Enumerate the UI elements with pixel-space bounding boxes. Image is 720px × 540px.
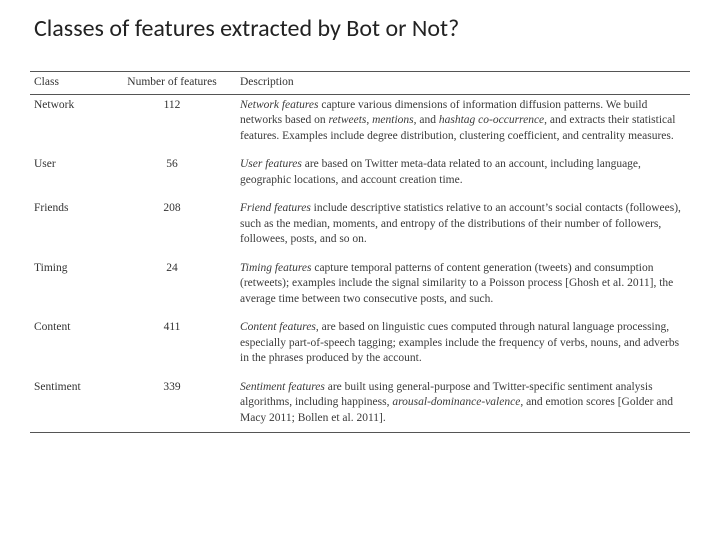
th-desc: Description [236, 72, 690, 95]
features-table: Class Number of features Description Net… [30, 71, 690, 433]
cell-desc: Content features, are based on linguisti… [236, 317, 690, 377]
cell-class: Content [30, 317, 108, 377]
cell-desc: Timing features capture temporal pattern… [236, 258, 690, 318]
cell-class: User [30, 154, 108, 198]
table-header-row: Class Number of features Description [30, 72, 690, 95]
cell-num: 24 [108, 258, 236, 318]
table-row: Friends 208 Friend features include desc… [30, 198, 690, 258]
cell-num: 208 [108, 198, 236, 258]
cell-desc: Friend features include descriptive stat… [236, 198, 690, 258]
cell-num: 411 [108, 317, 236, 377]
cell-class: Network [30, 94, 108, 154]
page-title: Classes of features extracted by Bot or … [34, 14, 690, 43]
th-class: Class [30, 72, 108, 95]
table-row: Timing 24 Timing features capture tempor… [30, 258, 690, 318]
cell-class: Timing [30, 258, 108, 318]
table-row: User 56 User features are based on Twitt… [30, 154, 690, 198]
cell-desc: User features are based on Twitter meta-… [236, 154, 690, 198]
table-row: Network 112 Network features capture var… [30, 94, 690, 154]
cell-desc: Sentiment features are built using gener… [236, 377, 690, 433]
cell-num: 56 [108, 154, 236, 198]
cell-desc: Network features capture various dimensi… [236, 94, 690, 154]
cell-num: 339 [108, 377, 236, 433]
cell-class: Friends [30, 198, 108, 258]
table-row: Content 411 Content features, are based … [30, 317, 690, 377]
cell-class: Sentiment [30, 377, 108, 433]
th-num: Number of features [108, 72, 236, 95]
table-row: Sentiment 339 Sentiment features are bui… [30, 377, 690, 433]
cell-num: 112 [108, 94, 236, 154]
